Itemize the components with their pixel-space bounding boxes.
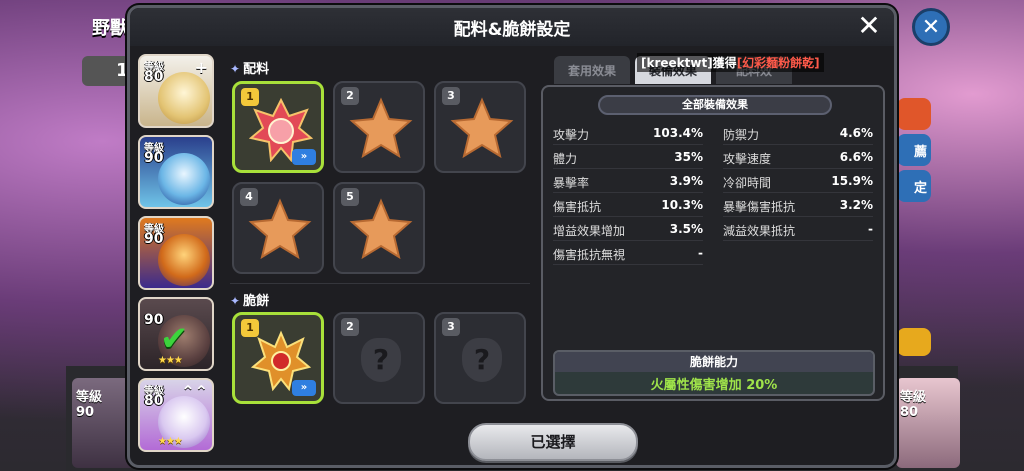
background-side-button[interactable]: 薦 xyxy=(897,134,931,166)
biscuit-ability-box: 脆餅能力 火屬性傷害增加 20% xyxy=(553,350,875,396)
background-cookie-card[interactable]: 等級 80 xyxy=(896,378,960,468)
stat-row: 減益效果抵抗 - xyxy=(723,219,873,241)
cookie-portrait xyxy=(158,153,210,205)
empty-topping-star-icon xyxy=(349,198,413,260)
stat-row: 增益效果增加 3.5% xyxy=(553,219,703,241)
cookie-card[interactable]: 90 ✔ ★★★ xyxy=(138,297,214,371)
topping-slot[interactable]: 3 xyxy=(434,81,526,173)
cookie-card[interactable]: 等級 80 ⌃⌃ ★★★ xyxy=(138,378,214,452)
stat-row: 防禦力 4.6% xyxy=(723,123,873,145)
stat-row: 暴擊傷害抵抗 3.2% xyxy=(723,195,873,217)
biscuit-section-label: ✦ 脆餅 xyxy=(230,294,270,309)
biscuit-slot[interactable]: ? 3 xyxy=(434,312,526,404)
stat-row: 暴擊率 3.9% xyxy=(553,171,703,193)
cookie-list: 等級 80 + 等級 90 等級 90 90 ✔ ★★★ 等級 80 ⌃⌃ ★★… xyxy=(136,50,216,452)
global-notice: [kreektwt]獲得[幻彩麵粉餅乾] xyxy=(637,53,824,72)
slot-number: 2 xyxy=(341,318,359,336)
topping-slot[interactable]: 5 xyxy=(333,182,425,274)
upgrade-arrow-icon[interactable]: » xyxy=(292,380,316,396)
slot-number: 5 xyxy=(341,188,359,206)
topping-slot[interactable]: 1 » xyxy=(232,81,324,173)
background-card-level: 等級 90 xyxy=(76,390,103,420)
cookie-card[interactable]: 等級 90 xyxy=(138,216,214,290)
modal-title: 配料&脆餅設定 xyxy=(453,19,571,40)
close-icon[interactable]: ✕ xyxy=(854,12,884,42)
background-tab: 1 xyxy=(82,56,130,86)
empty-topping-star-icon xyxy=(248,198,312,260)
slot-number: 1 xyxy=(241,88,259,106)
cookie-level: 90 xyxy=(144,150,164,166)
locked-slot-icon: ? xyxy=(462,338,502,382)
biscuit-slot[interactable]: 1 » xyxy=(232,312,324,404)
tab-applied-effects[interactable]: 套用效果 xyxy=(554,56,630,84)
section-divider xyxy=(230,283,530,284)
cookie-card[interactable]: 等級 80 + xyxy=(138,54,214,128)
stat-row: 傷害抵抗 10.3% xyxy=(553,195,703,217)
cookie-portrait xyxy=(158,234,210,286)
sparkle-icon: ✦ xyxy=(230,294,241,308)
biscuit-ability-value: 火屬性傷害增加 20% xyxy=(650,378,778,393)
background-card-level: 等級 80 xyxy=(900,390,927,420)
effects-header: 全部裝備效果 xyxy=(598,95,832,115)
toppings-section-label: ✦ 配料 xyxy=(230,62,270,77)
cookie-level: 80 xyxy=(144,393,164,409)
background-dropdown-button[interactable] xyxy=(897,328,931,356)
selected-button[interactable]: 已選擇 xyxy=(468,423,638,461)
biscuit-slot[interactable]: ? 2 xyxy=(333,312,425,404)
rank-up-icon: ⌃⌃ xyxy=(181,382,208,401)
background-title: 野獸 xyxy=(92,18,128,39)
stat-row: 攻擊力 103.4% xyxy=(553,123,703,145)
checkmark-icon: ✔ xyxy=(160,319,189,359)
cookie-stars: ★★★ xyxy=(158,436,183,447)
empty-topping-star-icon xyxy=(349,97,413,159)
cookie-card[interactable]: 等級 90 xyxy=(138,135,214,209)
stat-row: 攻擊速度 6.6% xyxy=(723,147,873,169)
biscuit-ability-title: 脆餅能力 xyxy=(555,352,873,372)
slot-number: 4 xyxy=(240,188,258,206)
equip-settings-modal: 配料&脆餅設定 ✕ 等級 80 + 等級 90 等級 90 90 ✔ ★★★ 等 xyxy=(127,5,897,468)
stat-row: 傷害抵抗無視 - xyxy=(553,243,703,265)
slot-number: 2 xyxy=(341,87,359,105)
cookie-portrait xyxy=(158,72,210,124)
upgrade-arrow-icon[interactable]: » xyxy=(292,149,316,165)
slot-number: 1 xyxy=(241,319,259,337)
topping-slot[interactable]: 4 xyxy=(232,182,324,274)
cookie-level: 80 xyxy=(144,69,164,85)
locked-slot-icon: ? xyxy=(361,338,401,382)
stat-row: 冷卻時間 15.9% xyxy=(723,171,873,193)
cookie-stars: ★★★ xyxy=(158,355,183,366)
slot-number: 3 xyxy=(442,87,460,105)
topping-slot[interactable]: 2 xyxy=(333,81,425,173)
slot-number: 3 xyxy=(442,318,460,336)
plus-icon: + xyxy=(194,58,208,77)
equip-effects-panel: 全部裝備效果 攻擊力 103.4% 體力 35% 暴擊率 3.9% 傷害抵抗 10.3%… xyxy=(541,85,885,401)
background-side-button[interactable]: 定 xyxy=(897,170,931,202)
sparkle-icon: ✦ xyxy=(230,62,241,76)
stat-row: 體力 35% xyxy=(553,147,703,169)
background-close-icon[interactable]: ✕ xyxy=(912,8,950,46)
background-side-button[interactable] xyxy=(897,98,931,130)
modal-header: 配料&脆餅設定 ✕ xyxy=(130,8,894,46)
empty-topping-star-icon xyxy=(450,97,514,159)
cookie-level: 90 xyxy=(144,231,164,247)
